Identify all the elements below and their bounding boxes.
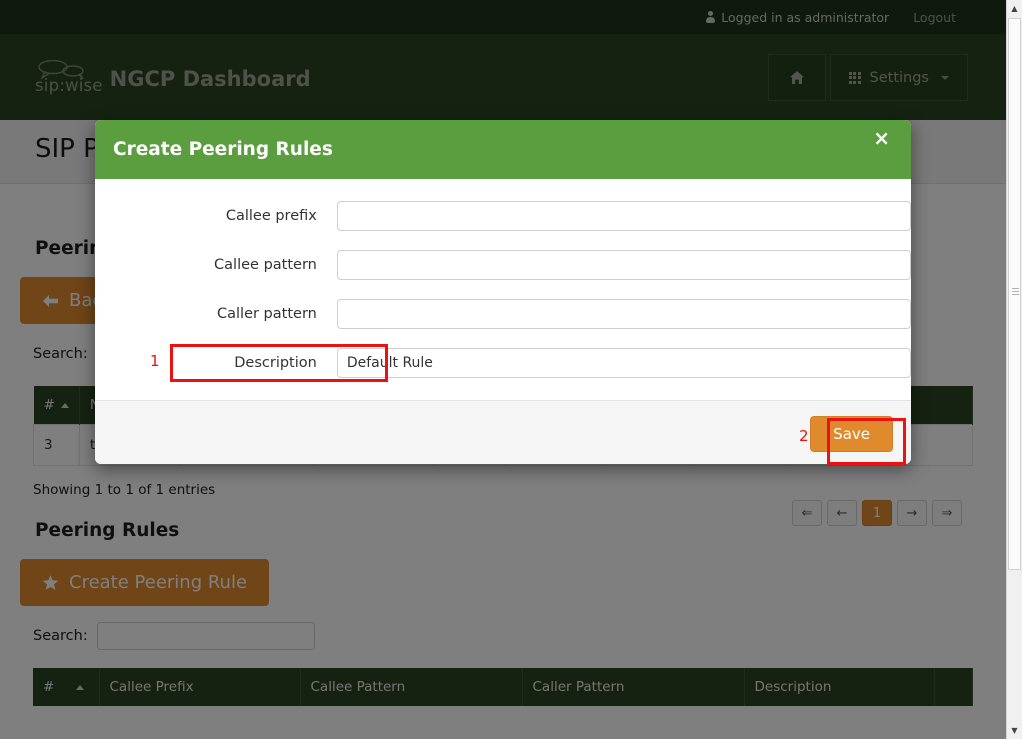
- callee-pattern-label: Callee pattern: [214, 257, 317, 273]
- modal-footer: Save: [95, 400, 911, 464]
- caller-pattern-input[interactable]: [336, 299, 911, 329]
- callee-prefix-input[interactable]: [336, 201, 911, 231]
- description-input[interactable]: [336, 348, 911, 378]
- modal-header: Create Peering Rules ×: [95, 120, 911, 179]
- modal-title: Create Peering Rules: [113, 139, 333, 160]
- browser-scrollbar[interactable]: ▲ ▼: [1006, 0, 1022, 739]
- caller-pattern-row: Caller pattern: [95, 299, 911, 329]
- scroll-down-icon[interactable]: ▼: [1007, 722, 1022, 739]
- description-row: Description: [95, 348, 911, 378]
- scrollbar-thumb[interactable]: [1008, 18, 1021, 570]
- scroll-up-icon[interactable]: ▲: [1007, 0, 1022, 17]
- page-root: Logged in as administrator Logout sip:wi…: [0, 0, 1006, 739]
- description-label: Description: [234, 355, 317, 371]
- modal-body: Callee prefix Callee pattern Caller patt…: [95, 179, 911, 400]
- callee-prefix-label: Callee prefix: [225, 208, 317, 224]
- caller-pattern-label: Caller pattern: [217, 306, 317, 322]
- close-icon[interactable]: ×: [867, 127, 896, 149]
- callee-pattern-row: Callee pattern: [95, 250, 911, 280]
- save-button[interactable]: Save: [810, 416, 893, 452]
- callee-prefix-row: Callee prefix: [95, 201, 911, 231]
- callee-pattern-input[interactable]: [336, 250, 911, 280]
- create-peering-rules-modal: Create Peering Rules × Callee prefix Cal…: [95, 120, 911, 464]
